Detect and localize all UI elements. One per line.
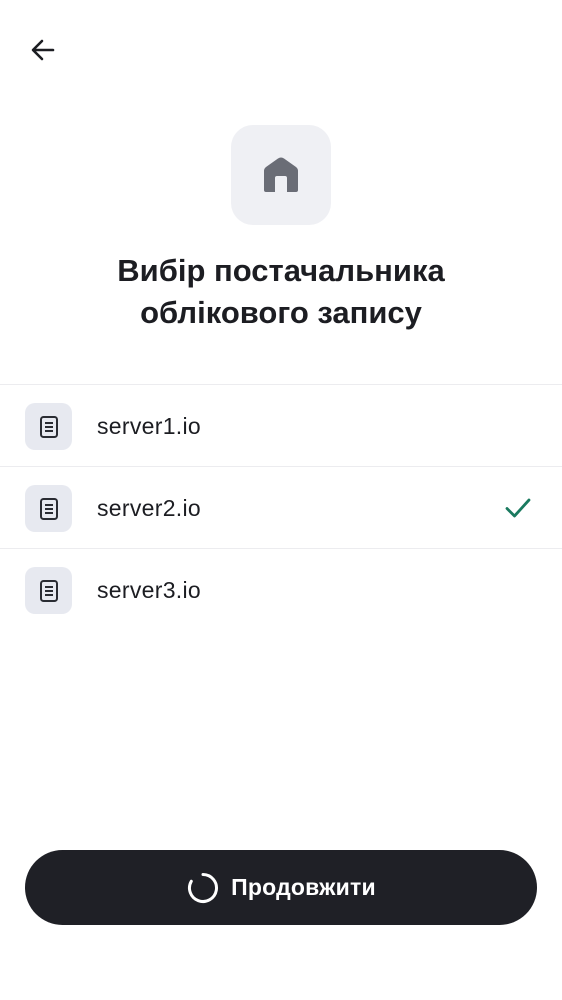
provider-item-server2[interactable]: server2.io bbox=[0, 466, 562, 548]
provider-label: server1.io bbox=[97, 413, 201, 439]
provider-label: server2.io bbox=[97, 495, 201, 521]
spinner-icon bbox=[188, 872, 219, 903]
continue-label: Продовжити bbox=[231, 874, 376, 900]
page-title-line2: облікового запису bbox=[140, 295, 422, 330]
server-icon bbox=[25, 567, 72, 614]
hero-icon-container bbox=[231, 125, 331, 225]
account-provider-screen: Вибір постачальника облікового запису se… bbox=[0, 0, 562, 1000]
server-icon bbox=[25, 403, 72, 450]
page-title: Вибір постачальника облікового запису bbox=[0, 250, 562, 334]
provider-item-server1[interactable]: server1.io bbox=[0, 384, 562, 466]
continue-button[interactable]: Продовжити bbox=[25, 850, 537, 925]
provider-item-server3[interactable]: server3.io bbox=[0, 548, 562, 630]
page-title-line1: Вибір постачальника bbox=[117, 253, 445, 288]
checkmark-icon bbox=[505, 498, 531, 518]
provider-list: server1.io server2.io server3.io bbox=[0, 384, 562, 630]
provider-label: server3.io bbox=[97, 577, 201, 603]
back-button[interactable] bbox=[22, 29, 64, 71]
server-icon bbox=[25, 485, 72, 532]
home-icon bbox=[264, 157, 298, 192]
arrow-left-icon bbox=[31, 39, 55, 61]
